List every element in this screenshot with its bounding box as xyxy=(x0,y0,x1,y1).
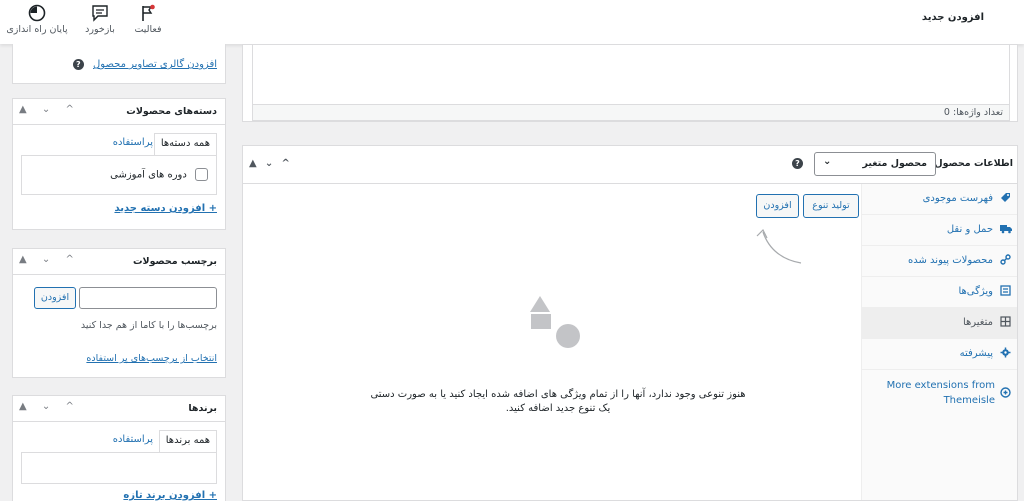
add-gallery-link-row: افزودن گالری تصاویر محصول ? xyxy=(72,59,217,70)
page-title: افزودن جدید xyxy=(921,12,984,23)
tags-header: برچسب محصولات ▲ ⌄ ^ xyxy=(13,249,225,275)
grid-icon xyxy=(1000,316,1011,327)
tab-linked-label: محصولات پیوند شده xyxy=(908,255,993,266)
category-label: دوره های آموزشی xyxy=(110,169,187,181)
move-down-icon[interactable]: ⌄ xyxy=(42,254,56,265)
empty-message-line1: هنوز تنوعی وجود ندارد، آنها را از تمام و… xyxy=(370,389,746,400)
gear-icon xyxy=(1000,347,1011,358)
tags-panel: برچسب محصولات ▲ ⌄ ^ افزودن برچسب‌ها را ب… xyxy=(12,248,226,378)
tab-variations[interactable]: متغیرها xyxy=(861,308,1017,339)
activity-button[interactable]: فعالیت xyxy=(130,4,166,35)
help-icon[interactable]: ? xyxy=(72,59,84,70)
tab-all-categories-label: همه دسته‌ها xyxy=(160,138,210,149)
tab-advanced[interactable]: پیشرفته xyxy=(861,339,1017,370)
tab-inventory-label: فهرست موجودی xyxy=(922,193,993,204)
collapse-icon[interactable]: ^ xyxy=(65,104,79,115)
activity-label: فعالیت xyxy=(134,24,162,35)
tags-hint: برچسب‌ها را با کاما از هم جدا کنید xyxy=(80,320,217,331)
link-icon xyxy=(1000,254,1011,265)
tab-attributes[interactable]: ویژگی‌ها xyxy=(861,277,1017,308)
tab-attributes-label: ویژگی‌ها xyxy=(958,286,993,297)
product-type-select[interactable]: محصول متغیر ⌄ xyxy=(814,152,936,176)
add-variation-button[interactable]: افزودن xyxy=(756,194,799,218)
category-item[interactable]: دوره های آموزشی xyxy=(110,168,208,181)
finish-setup-label: پایان راه اندازی xyxy=(6,24,68,35)
categories-arrows[interactable]: ▲ ⌄ ^ xyxy=(19,104,80,115)
attributes-icon xyxy=(1000,285,1011,296)
brands-arrows[interactable]: ▲ ⌄ ^ xyxy=(19,401,80,412)
tab-advanced-label: پیشرفته xyxy=(959,348,993,359)
tab-variations-label: متغیرها xyxy=(962,317,993,328)
add-tag-button[interactable]: افزودن xyxy=(34,287,76,309)
tab-all-categories[interactable]: همه دسته‌ها xyxy=(153,133,217,155)
move-down-icon[interactable]: ⌄ xyxy=(42,104,56,115)
panel-arrows[interactable]: ▲ ⌄ ^ xyxy=(249,158,290,169)
add-category-link[interactable]: + افزودن دسته جدید xyxy=(114,203,217,214)
tab-popular-brands[interactable]: پراستفاده xyxy=(113,434,153,445)
tab-more-extensions-label: More extensions from Themeisle xyxy=(886,380,995,406)
product-data-tabs: فهرست موجودی حمل و نقل محصولات پیوند شده… xyxy=(861,184,1017,500)
product-data-panel: اطلاعات محصول — محصول متغیر ⌄ ? ▲ ⌄ ^ فه… xyxy=(242,145,1018,501)
move-up-icon[interactable]: ▲ xyxy=(249,158,257,169)
move-up-icon[interactable]: ▲ xyxy=(19,254,33,265)
brands-panel: برندها ▲ ⌄ ^ همه برندها پراستفاده + افزو… xyxy=(12,395,226,501)
product-data-header: اطلاعات محصول — محصول متغیر ⌄ ? ▲ ⌄ ^ xyxy=(243,146,1017,184)
brands-list xyxy=(21,452,217,484)
product-data-body: فهرست موجودی حمل و نقل محصولات پیوند شده… xyxy=(243,184,1017,500)
feedback-icon xyxy=(82,4,118,22)
collapse-icon[interactable]: ^ xyxy=(65,254,79,265)
add-gallery-link[interactable]: افزودن گالری تصاویر محصول xyxy=(93,59,217,70)
generate-variations-button[interactable]: تولید تنوع xyxy=(803,194,859,218)
add-brand-link[interactable]: + افزودن برند تازه xyxy=(123,490,217,501)
categories-header: دسته‌های محصولات ▲ ⌄ ^ xyxy=(13,99,225,125)
finish-setup-button[interactable]: پایان راه اندازی xyxy=(4,4,70,35)
tab-linked-products[interactable]: محصولات پیوند شده xyxy=(861,246,1017,277)
plugin-icon xyxy=(1000,387,1011,398)
brands-title: برندها xyxy=(188,403,217,414)
categories-panel: دسته‌های محصولات ▲ ⌄ ^ همه دسته‌ها پراست… xyxy=(12,98,226,230)
tab-all-brands-label: همه برندها xyxy=(165,435,210,446)
tab-all-brands[interactable]: همه برندها xyxy=(158,430,217,452)
categories-list: دوره های آموزشی xyxy=(21,155,217,195)
chevron-down-icon: ⌄ xyxy=(823,156,832,167)
tab-popular-categories[interactable]: پراستفاده xyxy=(113,137,153,148)
truck-icon xyxy=(1000,223,1012,234)
feedback-label: بازخورد xyxy=(85,24,115,35)
flag-icon xyxy=(130,4,166,22)
editor-textarea[interactable] xyxy=(252,45,1010,105)
choose-popular-tags-link[interactable]: انتخاب از برچسب‌های پر استفاده xyxy=(86,353,217,364)
variations-placeholder-icon xyxy=(530,296,580,348)
word-count: تعداد واژه‌ها: 0 xyxy=(943,107,1003,118)
collapse-icon[interactable]: ^ xyxy=(65,401,79,412)
tags-title: برچسب محصولات xyxy=(132,256,217,267)
top-bar: افزودن جدید فعالیت بازخورد پایان راه اند… xyxy=(0,0,1024,44)
editor-statusbar: تعداد واژه‌ها: 0 xyxy=(252,105,1010,121)
move-up-icon[interactable]: ▲ xyxy=(19,104,33,115)
editor-panel: تعداد واژه‌ها: 0 xyxy=(242,44,1018,122)
move-up-icon[interactable]: ▲ xyxy=(19,401,33,412)
categories-title: دسته‌های محصولات xyxy=(126,106,217,117)
tab-inventory[interactable]: فهرست موجودی xyxy=(861,184,1017,215)
progress-icon xyxy=(4,4,70,22)
help-icon[interactable]: ? xyxy=(792,158,803,169)
inventory-icon xyxy=(1000,192,1011,203)
move-down-icon[interactable]: ⌄ xyxy=(42,401,56,412)
move-down-icon[interactable]: ⌄ xyxy=(265,158,273,169)
brands-header: برندها ▲ ⌄ ^ xyxy=(13,396,225,422)
tags-arrows[interactable]: ▲ ⌄ ^ xyxy=(19,254,80,265)
tab-shipping-label: حمل و نقل xyxy=(946,224,993,235)
tag-input[interactable] xyxy=(79,287,217,309)
feedback-button[interactable]: بازخورد xyxy=(82,4,118,35)
collapse-icon[interactable]: ^ xyxy=(281,158,289,169)
tab-more-extensions[interactable]: More extensions from Themeisle xyxy=(861,370,1017,416)
product-gallery-panel: افزودن گالری تصاویر محصول ? xyxy=(12,44,226,84)
curved-arrow-icon xyxy=(756,228,802,264)
category-checkbox[interactable] xyxy=(195,168,208,181)
tab-shipping[interactable]: حمل و نقل xyxy=(861,215,1017,246)
product-type-value: محصول متغیر xyxy=(862,158,927,169)
empty-message-line2: یک تنوع جدید اضافه کنید. xyxy=(505,403,611,414)
empty-variations-message: هنوز تنوعی وجود ندارد، آنها را از تمام و… xyxy=(343,388,773,416)
